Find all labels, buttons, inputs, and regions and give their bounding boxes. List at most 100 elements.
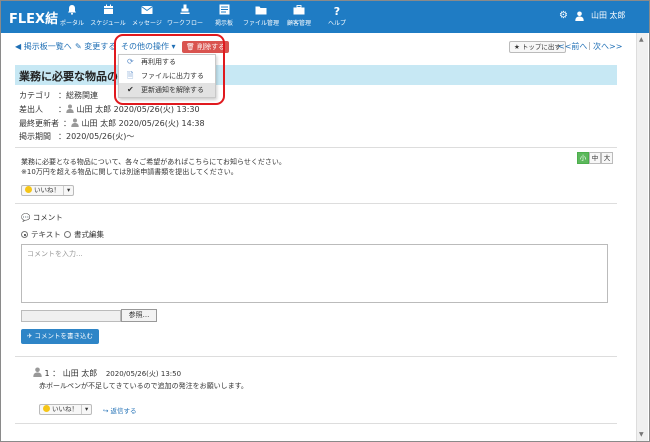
comment-input[interactable]: コメントを入力... xyxy=(21,244,608,303)
updated-text: 山田 太郎 2020/05/26(火) 14:38 xyxy=(81,119,205,128)
divider xyxy=(15,147,617,148)
meta-colon: ： xyxy=(63,119,71,128)
author-text: 山田 太郎 2020/05/26(火) 13:30 xyxy=(76,105,200,114)
post-body: 業務に必要となる物品について、各々ご希望があればこちらにてお知らせください。 ※… xyxy=(21,157,286,177)
category-label: カテゴリ xyxy=(19,91,51,100)
meta-colon: ： xyxy=(58,105,66,114)
nav-label: ヘルプ xyxy=(327,20,346,27)
post-body-line: ※10万円を超える物品に関しては別途申請書類を提出してください。 xyxy=(21,168,238,176)
refresh-icon: ⟳ xyxy=(127,57,134,66)
gear-icon[interactable]: ⚙ xyxy=(559,10,568,21)
post-toolbar: ◀ 掲示板一覧へ ✎ 変更する その他の操作 ▾ 🗑 削除する ★ トップに出す… xyxy=(15,41,622,55)
font-size-switcher: 小 中 大 xyxy=(577,152,613,164)
updated-row: 最終更新者 ： 山田 太郎 2020/05/26(火) 14:38 xyxy=(19,118,205,129)
nav-label: ワークフロー xyxy=(166,20,203,27)
mode-rich-label: 書式編集 xyxy=(74,230,104,239)
user-name[interactable]: 山田 太郎 xyxy=(591,10,626,21)
divider xyxy=(15,203,617,204)
comment-placeholder: コメントを入力... xyxy=(27,250,83,258)
comment-heading: 💬 コメント xyxy=(21,212,63,223)
edit-icon: ✎ xyxy=(75,42,85,51)
file-path-field[interactable] xyxy=(21,310,121,322)
top-navigation-bar: FLEX結 ポータル スケジュール メッセージ ワークフロー 掲示板 ファイル管… xyxy=(1,1,649,33)
author-label: 差出人 xyxy=(19,105,43,114)
comment-author: 山田 太郎 xyxy=(62,369,98,378)
smile-icon xyxy=(25,186,32,193)
radio-selected-icon xyxy=(21,231,28,238)
smile-icon xyxy=(43,405,50,412)
star-icon: ★ xyxy=(514,43,522,51)
scroll-down-arrow-icon[interactable]: ▼ xyxy=(639,431,644,438)
send-icon: ✈ xyxy=(27,332,35,340)
nav-workflow[interactable]: ワークフロー xyxy=(163,4,207,28)
nav-schedule[interactable]: スケジュール xyxy=(86,4,130,28)
browse-button[interactable]: 参照... xyxy=(121,309,157,322)
post-comment-label: コメントを書き込む xyxy=(34,332,94,340)
reply-icon: ↪ xyxy=(103,407,111,415)
updated-value: ： 山田 太郎 2020/05/26(火) 14:38 xyxy=(63,118,205,129)
file-icon: 🗎 xyxy=(127,71,134,80)
post-title-bar: 業務に必要な物品の募集 xyxy=(15,65,617,85)
mode-text-radio[interactable]: テキスト xyxy=(21,229,61,240)
prev-link[interactable]: <<前へ xyxy=(558,41,587,52)
reply-label: 返信する xyxy=(110,407,137,415)
person-icon xyxy=(71,118,79,127)
post-like-button[interactable]: いいね！ ▾ xyxy=(21,185,75,196)
like-toggle[interactable]: いいね！ xyxy=(40,405,82,414)
reply-link[interactable]: ↪ 返信する xyxy=(103,405,137,415)
category-value: ：総務関連 xyxy=(58,91,98,100)
other-operations-menu: ⟳ 再利用する 🗎 ファイルに出力する ✔ 更新通知を解除する xyxy=(118,54,216,98)
comment-header: 1 ： 山田 太郎 2020/05/26(火) 13:50 xyxy=(33,367,181,379)
edit-label: 変更する xyxy=(84,42,117,51)
radio-unselected-icon xyxy=(64,231,71,238)
menu-item-label: 更新通知を解除する xyxy=(141,86,204,94)
question-icon: ? xyxy=(333,5,341,18)
vertical-scrollbar[interactable]: ▲ ▼ xyxy=(636,33,648,441)
next-link[interactable]: 次へ>> xyxy=(593,41,622,52)
menu-item-reuse[interactable]: ⟳ 再利用する xyxy=(119,55,215,69)
like-caret[interactable]: ▾ xyxy=(82,405,91,414)
nav-separator: | xyxy=(588,41,591,50)
browser-frame: FLEX結 ポータル スケジュール メッセージ ワークフロー 掲示板 ファイル管… xyxy=(0,0,650,442)
edit-link[interactable]: ✎ 変更する xyxy=(75,41,116,52)
menu-item-export-file[interactable]: 🗎 ファイルに出力する xyxy=(119,69,215,83)
stamp-icon xyxy=(163,4,207,19)
like-caret[interactable]: ▾ xyxy=(64,186,73,195)
comment-like-button[interactable]: いいね！ ▾ xyxy=(39,404,93,415)
comment-date: 2020/05/26(火) 13:50 xyxy=(105,370,182,378)
speech-bubble-icon: 💬 xyxy=(21,213,33,222)
comment-text: 赤ボールペンが不足してきているので追加の発注をお願いします。 xyxy=(39,382,248,390)
back-to-list-link[interactable]: ◀ 掲示板一覧へ xyxy=(15,41,72,52)
divider xyxy=(15,356,617,357)
post-body-line: 業務に必要となる物品について、各々ご希望があればこちらにてお知らせください。 xyxy=(21,158,286,166)
menu-item-label: ファイルに出力する xyxy=(141,72,204,80)
person-icon xyxy=(66,104,74,113)
period-row: 掲示期間 ：2020/05/26(火)～ xyxy=(19,131,134,142)
calendar-icon xyxy=(86,4,130,19)
like-label: いいね！ xyxy=(34,186,60,194)
period-value: ：2020/05/26(火)～ xyxy=(58,132,135,141)
scroll-up-arrow-icon[interactable]: ▲ xyxy=(639,36,644,43)
person-icon xyxy=(33,367,42,377)
font-size-large-button[interactable]: 大 xyxy=(601,152,613,164)
like-label: いいね！ xyxy=(52,405,78,413)
menu-item-label: 再利用する xyxy=(141,58,176,66)
like-toggle[interactable]: いいね！ xyxy=(22,186,64,195)
nav-help[interactable]: ? ヘルプ xyxy=(315,4,359,28)
post-comment-button[interactable]: ✈ コメントを書き込む xyxy=(21,329,100,344)
font-size-medium-button[interactable]: 中 xyxy=(589,152,601,164)
category-row: カテゴリ ：総務関連 xyxy=(19,90,98,101)
pin-to-top-label: トップに出す xyxy=(521,43,561,51)
comment-number: 1 ： xyxy=(44,369,61,378)
period-label: 掲示期間 xyxy=(19,132,51,141)
font-size-small-button[interactable]: 小 xyxy=(577,152,589,164)
menu-item-unsubscribe-updates[interactable]: ✔ 更新通知を解除する xyxy=(119,83,215,97)
nav-label: スケジュール xyxy=(90,20,126,27)
user-avatar-icon xyxy=(575,11,584,21)
comment-heading-label: コメント xyxy=(32,213,63,222)
author-value: ： 山田 太郎 2020/05/26(火) 13:30 xyxy=(58,104,200,115)
divider xyxy=(15,423,617,424)
check-icon: ✔ xyxy=(127,85,134,94)
mode-rich-radio[interactable]: 書式編集 xyxy=(64,229,104,240)
updated-label: 最終更新者 xyxy=(19,119,59,128)
